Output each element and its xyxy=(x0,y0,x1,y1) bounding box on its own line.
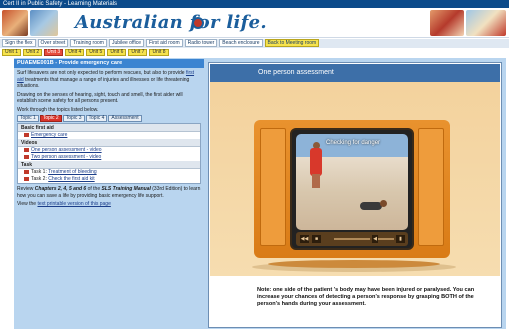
nav-button-beach-enclosure[interactable]: Beach enclosure xyxy=(219,39,263,47)
review-text-c: of the xyxy=(86,186,102,192)
unit-tab-1[interactable]: Unit 1 xyxy=(2,49,22,56)
list-item-label: Emergency care xyxy=(31,132,68,138)
list-item-label: One person assessment - video xyxy=(31,147,102,153)
list-item-task-1: Task 1: Treatment of bleeding xyxy=(18,169,200,176)
intro-text-a: Surf lifesavers are not only expected to… xyxy=(17,70,186,76)
document-icon xyxy=(24,132,29,137)
video-icon xyxy=(24,147,29,152)
nav-button-back-to-meeting[interactable]: Back to Meeting room xyxy=(264,39,320,47)
tab-topic-1[interactable]: Topic 1 xyxy=(17,115,39,122)
player-stage: Checking for danger ◀◀ ■ ◀ ▮ xyxy=(210,82,500,276)
banner-photo-4 xyxy=(466,10,506,36)
brand-logo: Australian for life. xyxy=(75,12,267,33)
tv-speaker-left xyxy=(260,128,286,246)
review-chapters: Chapters 2, 4, 5 and 6 xyxy=(34,186,87,192)
patient-figure xyxy=(360,202,382,210)
banner-photo-3 xyxy=(430,10,464,36)
brand-emblem-icon xyxy=(192,17,204,29)
list-item-video-one[interactable]: One person assessment - video xyxy=(18,147,200,154)
left-panel: PUAEME001B - Provide emergency care Surf… xyxy=(14,58,204,329)
banner-photo-1 xyxy=(2,10,28,36)
topic-content-box: Basic first aid Emergency care Videos On… xyxy=(17,123,201,184)
task-prefix: Task 1: xyxy=(31,169,49,175)
nav-button-sign[interactable]: Sign the flex xyxy=(2,39,36,47)
player-title: One person assessment xyxy=(210,64,500,82)
video-icon xyxy=(24,154,29,159)
section-header-videos: Videos xyxy=(18,139,200,147)
list-item-video-two[interactable]: Two person assessment - video xyxy=(18,154,200,161)
tv-base xyxy=(268,260,440,268)
unit-tab-5[interactable]: Unit 5 xyxy=(86,49,106,56)
list-item-emergency-care[interactable]: Emergency care xyxy=(18,132,200,139)
list-item-label: Two person assessment - video xyxy=(31,154,102,160)
unit-tab-6[interactable]: Unit 6 xyxy=(107,49,127,56)
banner-photo-2 xyxy=(30,10,58,36)
unit-tab-4[interactable]: Unit 4 xyxy=(65,49,85,56)
player-controls: ◀◀ ■ ◀ ▮ xyxy=(296,232,408,246)
right-unit-code: PUAEME001B - Provide emergency care xyxy=(410,50,502,56)
unit-tab-3[interactable]: Unit 3 xyxy=(44,49,64,56)
unit-tab-7[interactable]: Unit 7 xyxy=(128,49,148,56)
printable-paragraph: View the text printable version of this … xyxy=(14,199,204,208)
video-screen[interactable]: Checking for danger ◀◀ ■ ◀ ▮ xyxy=(290,128,414,250)
tab-topic-4[interactable]: Topic 4 xyxy=(85,115,108,122)
play-pause-icon[interactable]: ■ xyxy=(312,235,321,243)
unit-tab-2[interactable]: Unit 2 xyxy=(23,49,43,56)
location-nav: Sign the flex Over street Training room … xyxy=(0,39,509,48)
review-paragraph: Review Chapters 2, 4, 5 and 6 of the SLS… xyxy=(14,184,204,199)
review-text-a: Review xyxy=(17,186,35,192)
task-link-first-aid-kit[interactable]: Check the first aid kit xyxy=(48,176,94,182)
rewind-icon[interactable]: ◀◀ xyxy=(300,235,309,243)
unit-tab-8[interactable]: Unit 8 xyxy=(149,49,169,56)
tab-assessment[interactable]: Assessment xyxy=(108,115,142,122)
work-through-label: Work through the topics listed below. xyxy=(17,106,99,113)
patient-head xyxy=(380,200,387,207)
nav-button-first-aid-room[interactable]: First aid room xyxy=(146,39,183,47)
volume-slider[interactable] xyxy=(378,238,394,240)
task-prefix: Task 2: xyxy=(31,176,49,182)
intro-paragraph-2: Drawing on the senses of hearing, sight,… xyxy=(17,91,183,105)
fullscreen-icon[interactable]: ▮ xyxy=(396,235,405,243)
lifesaver-legs xyxy=(312,174,320,188)
nav-button-jubilee-office[interactable]: Jubilee office xyxy=(108,39,145,47)
section-header-basic: Basic first aid xyxy=(18,124,200,132)
task-icon xyxy=(24,176,29,181)
video-frame-beach: Checking for danger xyxy=(296,134,408,230)
right-panel: PUAEME001B - Provide emergency care One … xyxy=(204,50,506,329)
intro-text-b: treatments that manage a range of injuri… xyxy=(17,76,190,90)
section-header-task: Task xyxy=(18,161,200,169)
video-player-frame: One person assessment Checking for dange… xyxy=(208,62,502,328)
window-title: Cert II in Public Safety - Learning Mate… xyxy=(0,0,509,8)
topic-tabs: Topic 1 Topic 2 Topic 3 Topic 4 Assessme… xyxy=(14,115,204,123)
nav-button-over-street[interactable]: Over street xyxy=(37,39,69,47)
nav-button-radio-tower[interactable]: Radio tower xyxy=(184,39,218,47)
lifesaver-figure xyxy=(310,148,322,176)
tv-speaker-right xyxy=(418,128,444,246)
tv-cabinet: Checking for danger ◀◀ ■ ◀ ▮ xyxy=(248,120,456,258)
nav-button-training-room[interactable]: Training room xyxy=(70,39,107,47)
printable-text: View the xyxy=(17,201,38,207)
list-item-task-2: Task 2: Check the first aid kit xyxy=(18,176,200,183)
progress-track[interactable] xyxy=(334,238,370,240)
task-icon xyxy=(24,169,29,174)
printable-version-link[interactable]: text printable version of this page xyxy=(37,201,110,207)
tab-topic-3[interactable]: Topic 3 xyxy=(62,115,85,122)
intro-paragraph-1: Surf lifesavers are not only expected to… xyxy=(14,68,204,90)
assessment-note: Note: one side of the patient 's body ma… xyxy=(257,287,475,307)
unit-code-heading: PUAEME001B - Provide emergency care xyxy=(14,59,204,68)
tab-topic-2[interactable]: Topic 2 xyxy=(39,115,62,122)
banner: Australian for life. xyxy=(0,8,509,38)
review-manual: SLS Training Manual xyxy=(101,186,151,192)
video-caption: Checking for danger xyxy=(326,140,381,146)
task-link-bleeding[interactable]: Treatment of bleeding xyxy=(48,169,96,175)
